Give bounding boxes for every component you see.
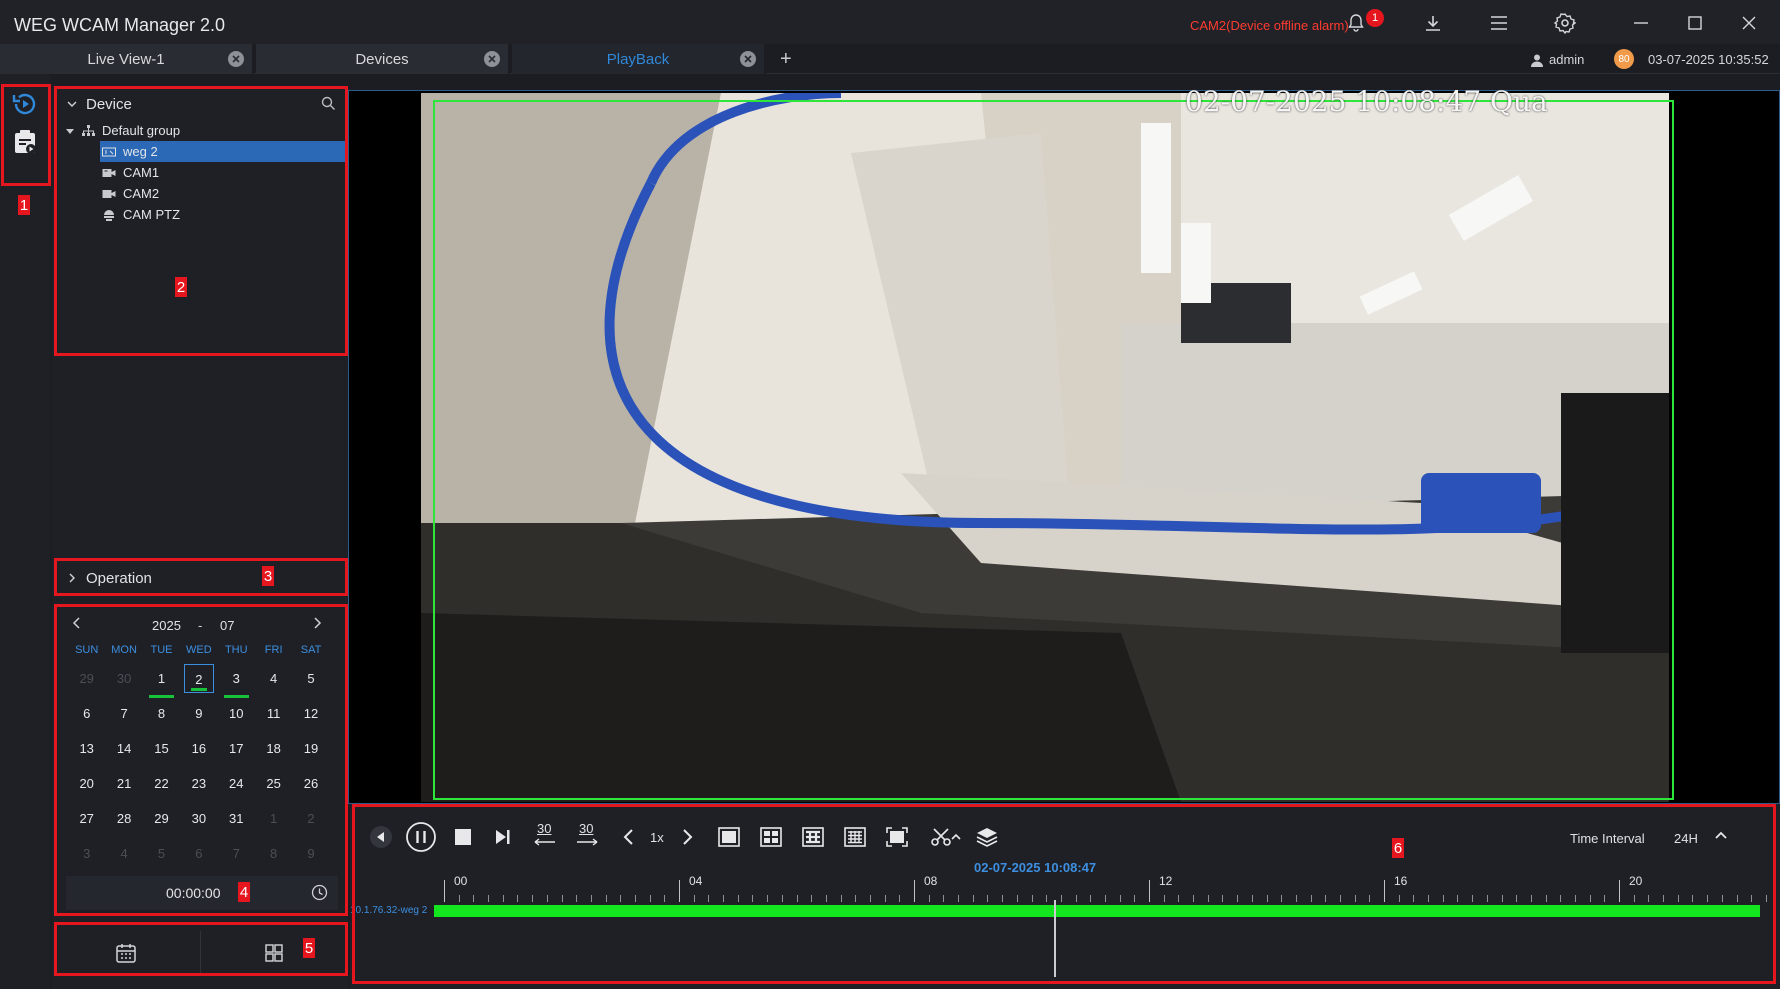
close-tab-icon[interactable] xyxy=(484,51,500,67)
maximize-icon[interactable] xyxy=(1682,10,1708,36)
tab-live-view[interactable]: Live View-1 xyxy=(0,44,254,74)
active-window-border xyxy=(433,100,1674,800)
user-info[interactable]: admin xyxy=(1530,52,1584,67)
download-icon[interactable] xyxy=(1420,10,1446,36)
annotation-box-3 xyxy=(54,558,348,596)
close-icon[interactable] xyxy=(1736,10,1762,36)
osd-timestamp: 02-07-2025 10:08:47 Qua xyxy=(1185,85,1548,118)
annotation-label-1: 1 xyxy=(18,195,30,215)
annotation-label-6: 6 xyxy=(1392,838,1404,858)
alarm-count-badge: 1 xyxy=(1366,9,1384,27)
bell-icon[interactable] xyxy=(1343,10,1369,36)
alarm-text[interactable]: CAM2(Device offline alarm) xyxy=(1190,18,1349,33)
username: admin xyxy=(1549,52,1585,67)
close-tab-icon[interactable] xyxy=(228,51,244,67)
gear-icon[interactable] xyxy=(1552,10,1578,36)
tab-devices[interactable]: Devices xyxy=(256,44,510,74)
tab-label: Devices xyxy=(355,50,409,68)
tab-playback[interactable]: PlayBack xyxy=(512,44,766,74)
video-window[interactable]: 02-07-2025 10:08:47 Qua xyxy=(348,85,1780,804)
annotation-box-2 xyxy=(54,86,348,356)
annotation-box-4 xyxy=(54,604,348,916)
close-tab-icon[interactable] xyxy=(740,51,756,67)
fps-badge: 80 xyxy=(1614,49,1634,69)
user-icon xyxy=(1531,54,1543,67)
annotation-label-2: 2 xyxy=(175,277,187,297)
app-window: WEG WCAM Manager 2.0 CAM2(Device offline… xyxy=(0,0,1780,989)
annotation-label-5: 5 xyxy=(303,938,315,958)
annotation-label-3: 3 xyxy=(262,566,274,586)
tab-label: Live View-1 xyxy=(87,50,165,68)
annotation-box-1 xyxy=(1,84,51,186)
minimize-icon[interactable] xyxy=(1628,10,1654,36)
tab-bar: Live View-1 Devices PlayBack + admin 80 … xyxy=(0,44,1780,74)
add-tab-button[interactable]: + xyxy=(780,48,792,71)
app-title: WEG WCAM Manager 2.0 xyxy=(14,15,226,35)
current-datetime: 03-07-2025 10:35:52 xyxy=(1648,52,1769,67)
menu-icon[interactable] xyxy=(1486,10,1512,36)
annotation-label-4: 4 xyxy=(238,882,250,902)
annotation-box-6 xyxy=(352,804,1776,984)
title-bar: WEG WCAM Manager 2.0 CAM2(Device offline… xyxy=(0,0,1780,44)
tab-label: PlayBack xyxy=(606,50,670,68)
